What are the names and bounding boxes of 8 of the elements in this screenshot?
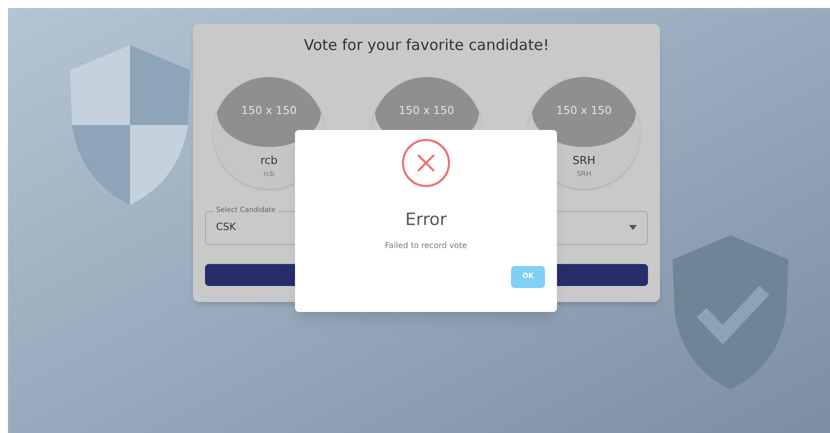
dialog-title: Error bbox=[405, 209, 447, 232]
placeholder-image: 150 x 150 bbox=[532, 76, 636, 146]
candidate-name: SRH bbox=[572, 152, 596, 168]
placeholder-image: 150 x 150 bbox=[217, 76, 321, 146]
field-value: CSK bbox=[216, 221, 236, 235]
dialog-message: Failed to record vote bbox=[384, 240, 468, 252]
card-title: Vote for your favorite candidate! bbox=[302, 35, 550, 56]
candidate-name: rcb bbox=[260, 152, 278, 168]
